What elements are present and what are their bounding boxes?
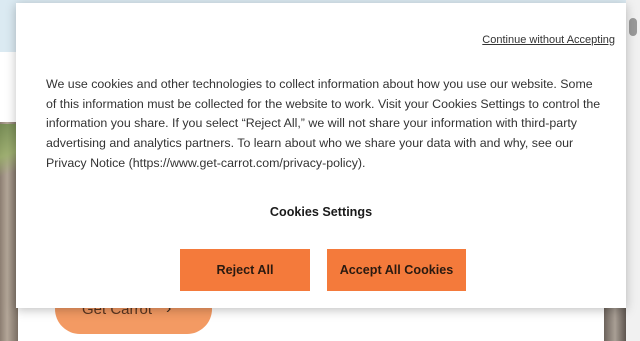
page-scrollbar-thumb[interactable] (629, 18, 637, 36)
cookie-notice-text: We use cookies and other technologies to… (46, 77, 601, 170)
accept-all-cookies-button[interactable]: Accept All Cookies (327, 249, 466, 291)
cookies-settings-button[interactable]: Cookies Settings (16, 205, 626, 219)
page-scrollbar[interactable] (626, 0, 640, 341)
continue-without-accepting-link[interactable]: Continue without Accepting (482, 34, 615, 46)
cookie-consent-banner: Continue without Accepting We use cookie… (16, 3, 626, 308)
reject-all-button[interactable]: Reject All (180, 249, 310, 291)
